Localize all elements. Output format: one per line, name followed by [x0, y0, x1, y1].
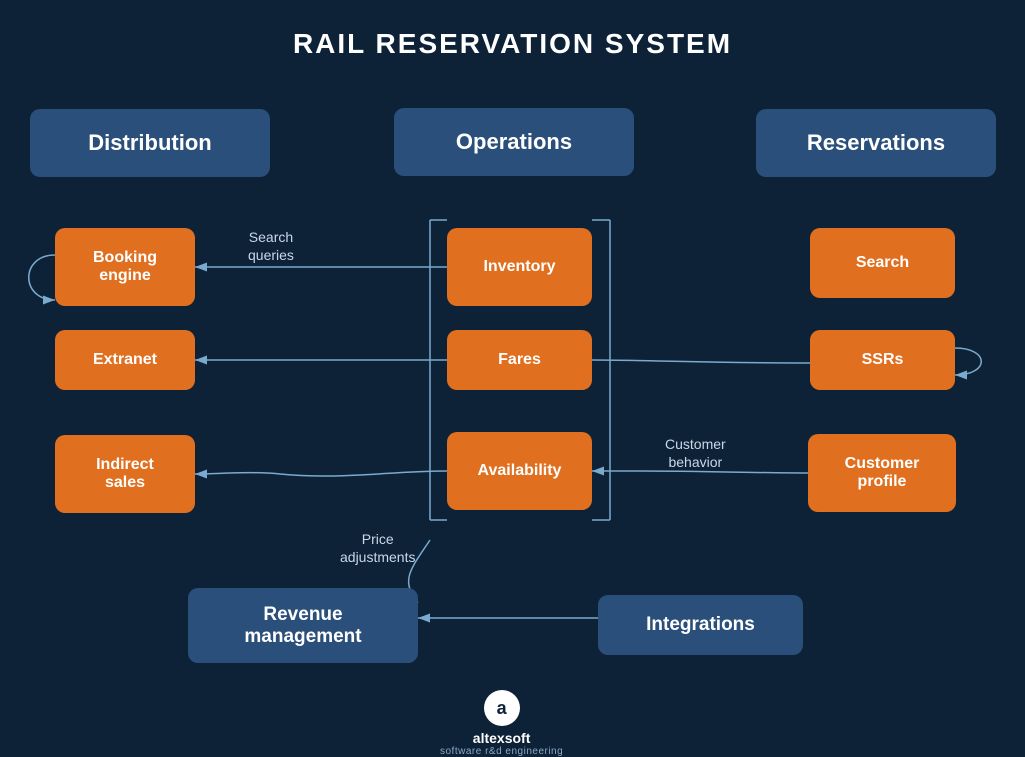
node-indirect-sales: Indirectsales	[55, 435, 195, 513]
page-title: RAIL RESERVATION SYSTEM	[0, 0, 1025, 70]
node-availability: Availability	[447, 432, 592, 510]
label-search-queries: Searchqueries	[248, 228, 294, 264]
logo-tagline: software r&d engineering	[440, 746, 563, 757]
node-inventory: Inventory	[447, 228, 592, 306]
node-fares: Fares	[447, 330, 592, 390]
label-price-adjustments: Priceadjustments	[340, 530, 415, 566]
node-customer-profile: Customerprofile	[808, 434, 956, 512]
node-search: Search	[810, 228, 955, 298]
node-extranet: Extranet	[55, 330, 195, 390]
logo-area: a altexsoft software r&d engineering	[440, 690, 563, 757]
box-revenue-management: Revenuemanagement	[188, 588, 418, 663]
label-customer-behavior: Customerbehavior	[665, 435, 726, 471]
category-reservations: Reservations	[756, 109, 996, 177]
category-operations: Operations	[394, 108, 634, 176]
category-distribution: Distribution	[30, 109, 270, 177]
logo-icon: a	[484, 690, 520, 726]
node-ssrs: SSRs	[810, 330, 955, 390]
node-booking-engine: Bookingengine	[55, 228, 195, 306]
logo-name: altexsoft	[473, 730, 531, 746]
box-integrations: Integrations	[598, 595, 803, 655]
